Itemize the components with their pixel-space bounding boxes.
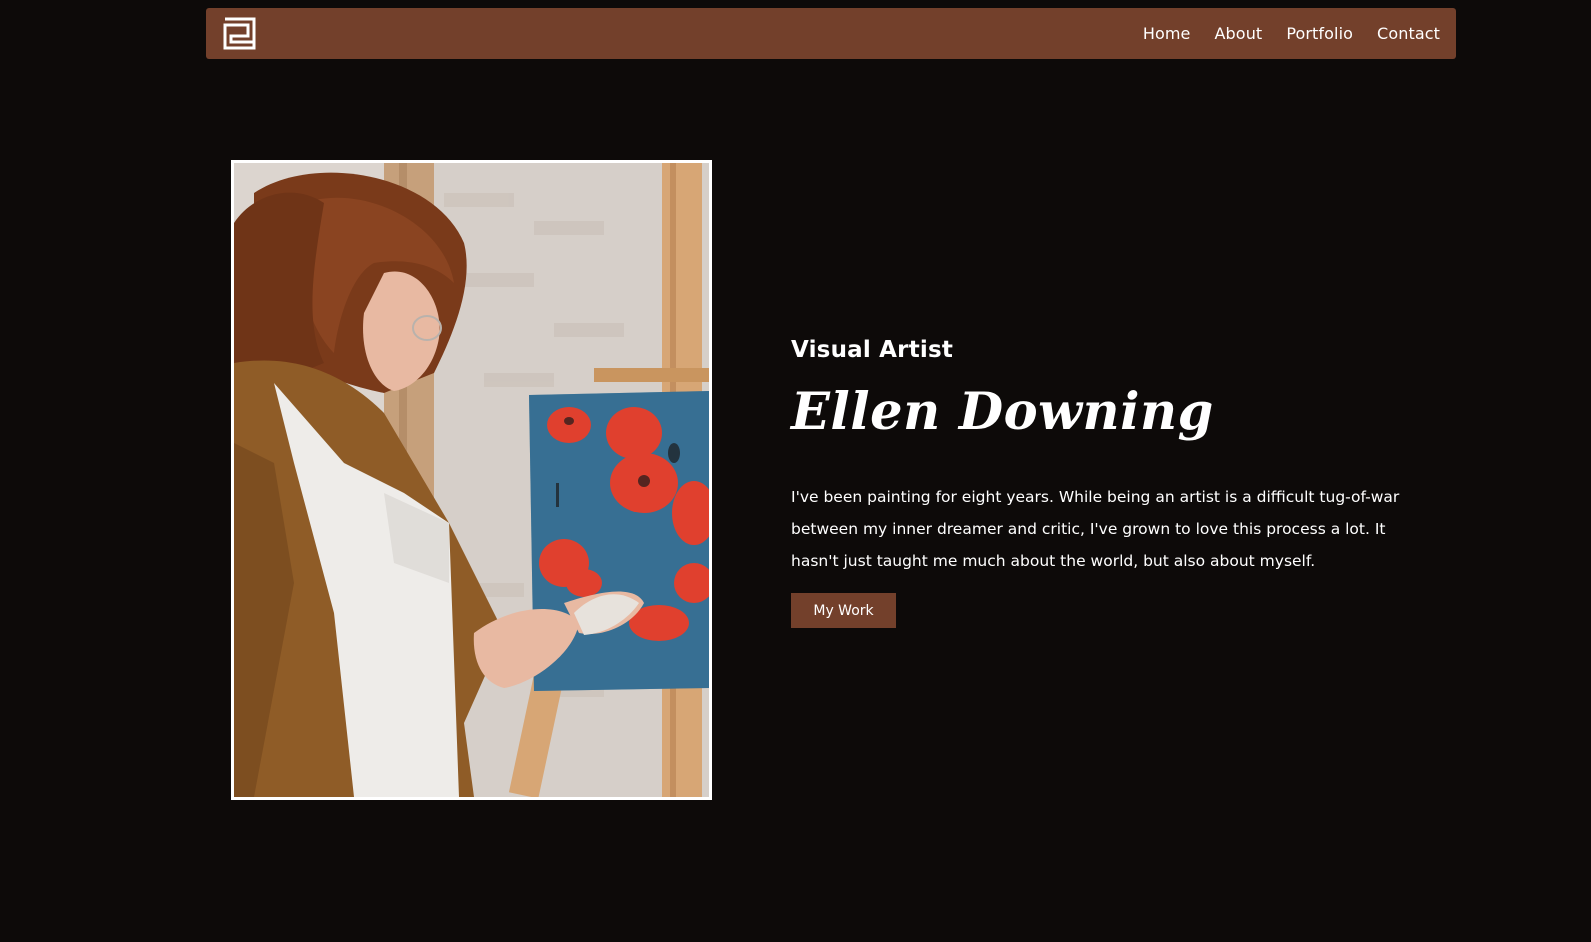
artist-portrait-image [231,160,712,800]
hero-bio: I've been painting for eight years. Whil… [791,488,1400,570]
site-navbar: Home About Portfolio Contact [206,8,1456,59]
portrait-illustration [234,163,709,797]
main-nav: Home About Portfolio Contact [1143,24,1440,43]
nav-contact-link[interactable]: Contact [1377,24,1440,43]
my-work-button[interactable]: My Work [791,593,896,628]
nav-home-link[interactable]: Home [1143,24,1191,43]
hero-eyebrow: Visual Artist [791,337,954,363]
logo-link[interactable] [223,17,256,50]
hero-name: Ellen Downing [791,382,1214,442]
nav-portfolio-link[interactable]: Portfolio [1286,24,1353,43]
hero-section: Visual Artist Ellen Downing I've been pa… [791,333,1431,628]
nav-about-link[interactable]: About [1215,24,1263,43]
square-spiral-logo-icon [223,17,256,50]
